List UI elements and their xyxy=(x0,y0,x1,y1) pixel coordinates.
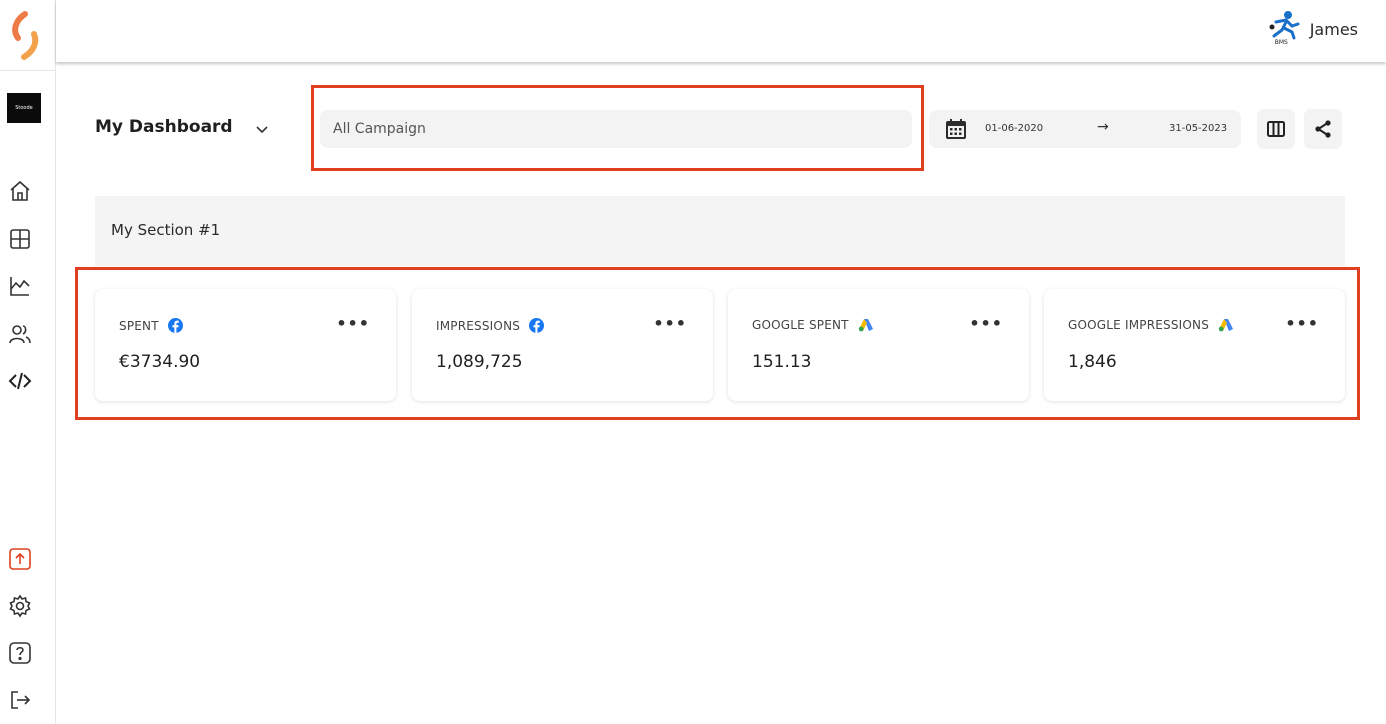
highlight-box-campaign xyxy=(311,85,924,171)
columns-icon xyxy=(1267,121,1285,137)
share-button[interactable] xyxy=(1304,109,1342,149)
date-start[interactable]: 01-06-2020 xyxy=(985,123,1043,134)
brand-thumbnail[interactable]: Stoode xyxy=(7,93,41,123)
help-icon[interactable] xyxy=(7,640,33,666)
metric-card-google-impressions[interactable]: GOOGLE IMPRESSIONS 1,846 ••• xyxy=(1044,289,1345,401)
metric-card-label: IMPRESSIONS xyxy=(436,318,545,333)
metric-card-value: 1,089,725 xyxy=(436,352,523,372)
more-options-icon[interactable]: ••• xyxy=(1285,316,1319,332)
date-end[interactable]: 31-05-2023 xyxy=(1169,123,1227,134)
sidebar: Stoode xyxy=(0,0,56,724)
home-icon[interactable] xyxy=(7,178,33,204)
calendar-icon xyxy=(945,118,967,144)
code-icon[interactable] xyxy=(7,368,33,394)
metric-label-text: IMPRESSIONS xyxy=(436,318,521,333)
user-name[interactable]: James xyxy=(1310,20,1358,39)
section-title[interactable]: My Section #1 xyxy=(111,221,220,239)
brand-label: Stoode xyxy=(15,105,33,111)
metric-label-text: SPENT xyxy=(119,318,159,333)
upload-icon[interactable] xyxy=(7,546,33,572)
top-bar: BMS James xyxy=(56,0,1386,62)
app-logo[interactable] xyxy=(8,10,44,62)
google-ads-icon xyxy=(858,319,873,332)
avatar[interactable]: BMS xyxy=(1268,10,1300,48)
dashboard-title[interactable]: My Dashboard xyxy=(95,117,233,137)
google-ads-icon xyxy=(1218,319,1234,332)
metric-label-text: GOOGLE SPENT xyxy=(752,318,849,332)
metric-card-impressions[interactable]: IMPRESSIONS 1,089,725 ••• xyxy=(412,289,713,401)
metric-card-google-spent[interactable]: GOOGLE SPENT 151.13 ••• xyxy=(728,289,1029,401)
metric-card-label: GOOGLE IMPRESSIONS xyxy=(1068,318,1234,332)
logout-icon[interactable] xyxy=(7,687,33,713)
more-options-icon[interactable]: ••• xyxy=(653,316,687,332)
metric-card-label: GOOGLE SPENT xyxy=(752,318,874,332)
chevron-down-icon[interactable] xyxy=(253,120,271,138)
metric-card-value: 151.13 xyxy=(752,352,812,372)
sidebar-divider xyxy=(0,70,56,71)
metric-card-spent[interactable]: SPENT €3734.90 ••• xyxy=(95,289,396,401)
date-range-picker[interactable]: 01-06-2020 → 31-05-2023 xyxy=(929,110,1241,148)
metric-card-value: 1,846 xyxy=(1068,352,1117,372)
layout-icon[interactable] xyxy=(7,226,33,252)
gear-icon[interactable] xyxy=(7,593,33,619)
users-icon[interactable] xyxy=(7,321,33,347)
columns-button[interactable] xyxy=(1257,109,1295,149)
user-menu[interactable]: BMS James xyxy=(1268,10,1358,48)
chart-icon[interactable] xyxy=(7,273,33,299)
facebook-icon xyxy=(529,318,545,333)
share-icon xyxy=(1315,120,1331,138)
arrow-right-icon: → xyxy=(1097,119,1109,135)
metric-card-label: SPENT xyxy=(119,318,183,333)
metric-card-value: €3734.90 xyxy=(119,352,201,372)
dashboard-section: My Section #1 xyxy=(95,196,1345,266)
metric-label-text: GOOGLE IMPRESSIONS xyxy=(1068,318,1210,332)
avatar-caption: BMS xyxy=(1274,39,1288,46)
runner-logo-icon xyxy=(1269,11,1300,40)
more-options-icon[interactable]: ••• xyxy=(336,316,370,332)
facebook-icon xyxy=(167,318,183,333)
more-options-icon[interactable]: ••• xyxy=(969,316,1003,332)
